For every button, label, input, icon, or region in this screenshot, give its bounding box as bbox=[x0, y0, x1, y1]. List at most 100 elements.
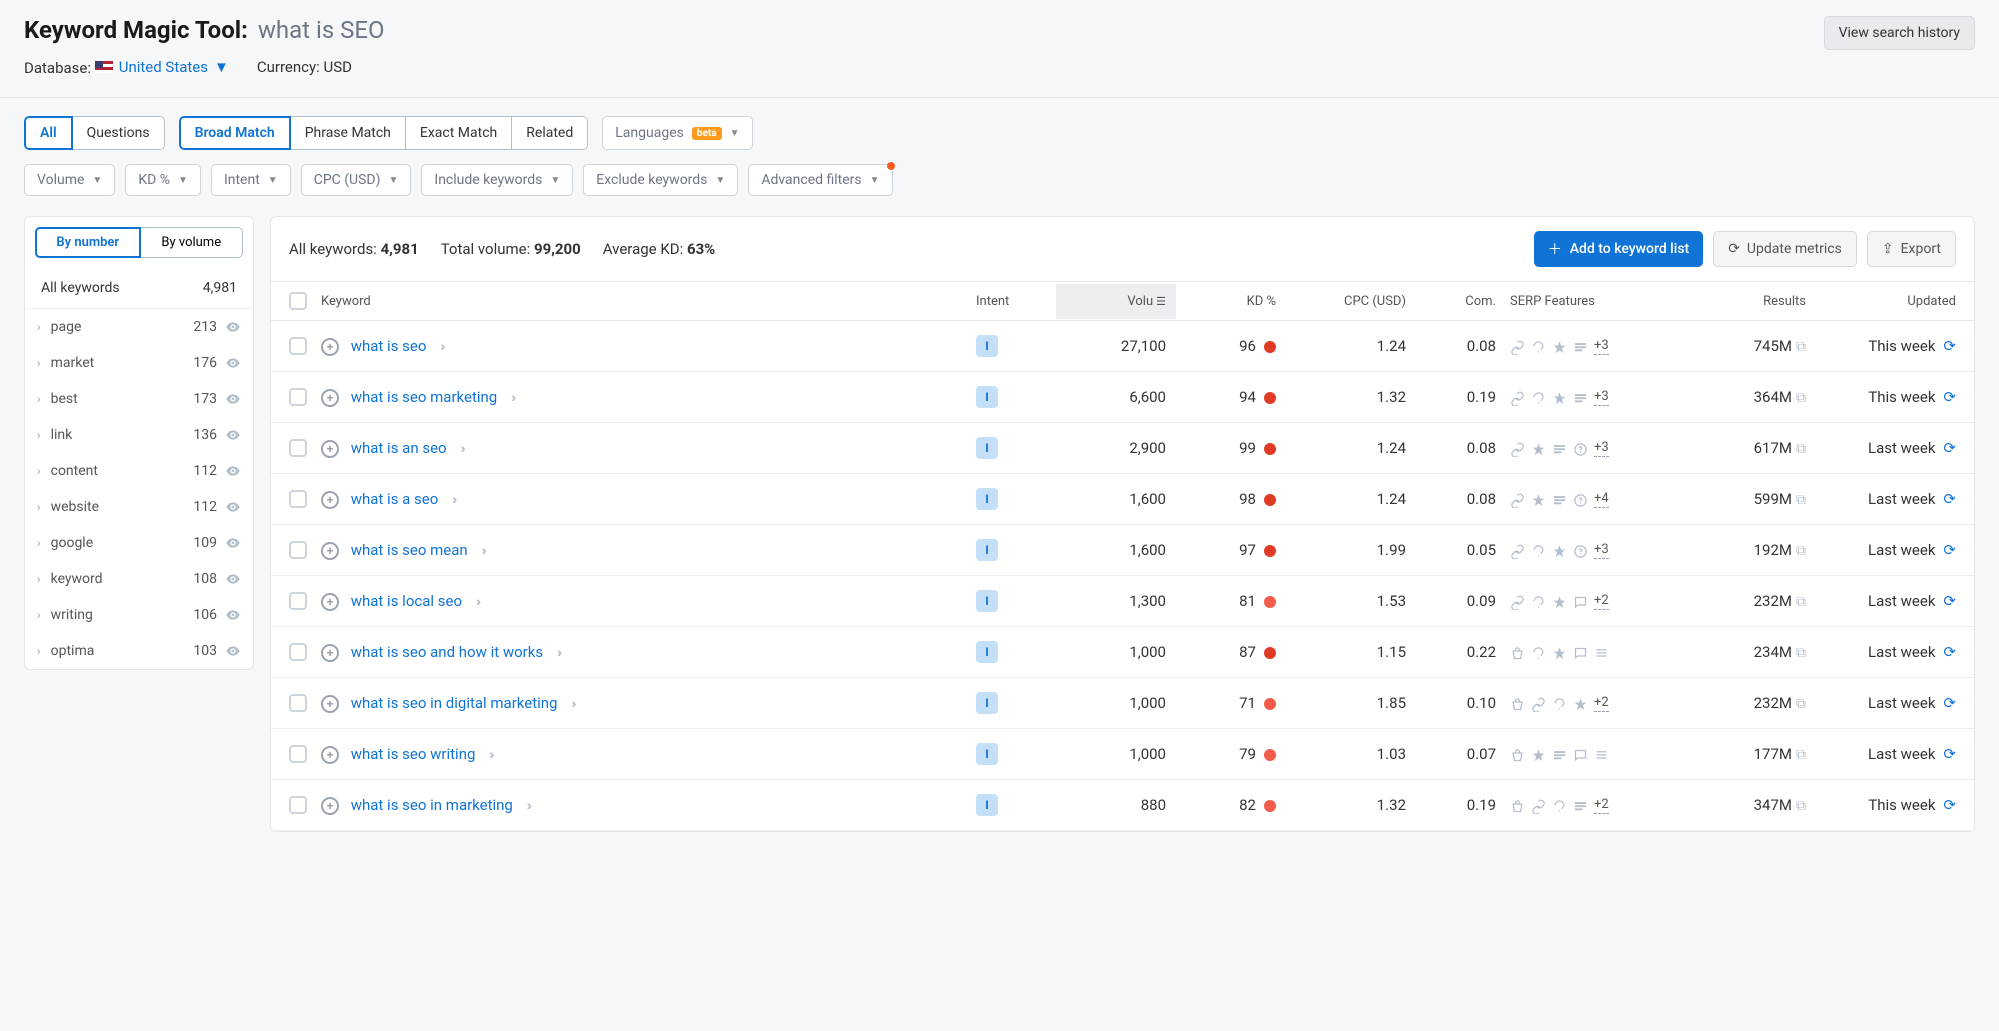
sidebar-item[interactable]: › optima 103 bbox=[25, 633, 253, 669]
filter-cpc[interactable]: CPC (USD)▼ bbox=[301, 164, 412, 196]
col-com[interactable]: Com. bbox=[1406, 294, 1496, 309]
results-icon[interactable]: ⧉ bbox=[1796, 747, 1806, 763]
refresh-icon[interactable]: ⟳ bbox=[1943, 439, 1956, 457]
results-icon[interactable]: ⧉ bbox=[1796, 492, 1806, 508]
eye-icon[interactable] bbox=[225, 571, 241, 587]
col-cpc[interactable]: CPC (USD) bbox=[1276, 294, 1406, 309]
refresh-icon[interactable]: ⟳ bbox=[1943, 388, 1956, 406]
add-keyword-icon[interactable]: + bbox=[321, 491, 339, 509]
row-checkbox[interactable] bbox=[289, 541, 307, 559]
filter-kd[interactable]: KD %▼ bbox=[125, 164, 201, 196]
serp-more[interactable]: +2 bbox=[1594, 695, 1609, 712]
col-results[interactable]: Results bbox=[1666, 294, 1806, 309]
refresh-icon[interactable]: ⟳ bbox=[1943, 745, 1956, 763]
refresh-icon[interactable]: ⟳ bbox=[1943, 541, 1956, 559]
add-keyword-icon[interactable]: + bbox=[321, 746, 339, 764]
select-all-checkbox[interactable] bbox=[289, 292, 307, 310]
row-checkbox[interactable] bbox=[289, 745, 307, 763]
sidebar-item[interactable]: › website 112 bbox=[25, 489, 253, 525]
keyword-link[interactable]: what is local seo bbox=[351, 592, 462, 610]
filter-exclude[interactable]: Exclude keywords▼ bbox=[583, 164, 738, 196]
col-kd[interactable]: KD % bbox=[1176, 294, 1276, 309]
row-checkbox[interactable] bbox=[289, 337, 307, 355]
serp-more[interactable]: +2 bbox=[1594, 797, 1609, 814]
row-checkbox[interactable] bbox=[289, 439, 307, 457]
tab-all[interactable]: All bbox=[24, 116, 73, 150]
row-checkbox[interactable] bbox=[289, 643, 307, 661]
serp-more[interactable]: +4 bbox=[1594, 491, 1609, 508]
keyword-link[interactable]: what is a seo bbox=[351, 490, 439, 508]
tab-related[interactable]: Related bbox=[512, 116, 588, 150]
results-icon[interactable]: ⧉ bbox=[1796, 798, 1806, 814]
sort-by-number[interactable]: By number bbox=[35, 227, 141, 258]
col-updated[interactable]: Updated bbox=[1806, 294, 1956, 309]
update-metrics-button[interactable]: ⟳Update metrics bbox=[1713, 231, 1857, 267]
results-icon[interactable]: ⧉ bbox=[1796, 441, 1806, 457]
sidebar-item[interactable]: › link 136 bbox=[25, 417, 253, 453]
eye-icon[interactable] bbox=[225, 391, 241, 407]
filter-advanced[interactable]: Advanced filters▼ bbox=[748, 164, 892, 196]
col-intent[interactable]: Intent bbox=[976, 294, 1056, 309]
results-icon[interactable]: ⧉ bbox=[1796, 645, 1806, 661]
refresh-icon[interactable]: ⟳ bbox=[1943, 337, 1956, 355]
results-icon[interactable]: ⧉ bbox=[1796, 390, 1806, 406]
keyword-link[interactable]: what is seo mean bbox=[351, 541, 468, 559]
add-keyword-icon[interactable]: + bbox=[321, 593, 339, 611]
export-button[interactable]: ⇪Export bbox=[1867, 231, 1956, 267]
database-selector[interactable]: United States ▼ bbox=[95, 58, 229, 76]
tab-broad-match[interactable]: Broad Match bbox=[179, 116, 291, 150]
results-icon[interactable]: ⧉ bbox=[1796, 696, 1806, 712]
add-keyword-icon[interactable]: + bbox=[321, 440, 339, 458]
col-serp[interactable]: SERP Features bbox=[1496, 294, 1666, 309]
tab-exact-match[interactable]: Exact Match bbox=[406, 116, 512, 150]
eye-icon[interactable] bbox=[225, 427, 241, 443]
add-keyword-icon[interactable]: + bbox=[321, 338, 339, 356]
eye-icon[interactable] bbox=[225, 355, 241, 371]
add-keyword-icon[interactable]: + bbox=[321, 695, 339, 713]
eye-icon[interactable] bbox=[225, 499, 241, 515]
eye-icon[interactable] bbox=[225, 463, 241, 479]
serp-more[interactable]: +3 bbox=[1594, 440, 1609, 457]
sidebar-item[interactable]: › writing 106 bbox=[25, 597, 253, 633]
row-checkbox[interactable] bbox=[289, 592, 307, 610]
row-checkbox[interactable] bbox=[289, 490, 307, 508]
keyword-link[interactable]: what is seo in marketing bbox=[351, 796, 513, 814]
serp-more[interactable]: +3 bbox=[1594, 389, 1609, 406]
refresh-icon[interactable]: ⟳ bbox=[1943, 592, 1956, 610]
refresh-icon[interactable]: ⟳ bbox=[1943, 643, 1956, 661]
sidebar-item[interactable]: › market 176 bbox=[25, 345, 253, 381]
eye-icon[interactable] bbox=[225, 643, 241, 659]
sidebar-item[interactable]: › page 213 bbox=[25, 309, 253, 345]
filter-include[interactable]: Include keywords▼ bbox=[421, 164, 573, 196]
col-keyword[interactable]: Keyword bbox=[321, 294, 976, 309]
row-checkbox[interactable] bbox=[289, 388, 307, 406]
keyword-link[interactable]: what is seo writing bbox=[351, 745, 476, 763]
results-icon[interactable]: ⧉ bbox=[1796, 339, 1806, 355]
serp-more[interactable]: +3 bbox=[1594, 542, 1609, 559]
refresh-icon[interactable]: ⟳ bbox=[1943, 796, 1956, 814]
eye-icon[interactable] bbox=[225, 607, 241, 623]
filter-intent[interactable]: Intent▼ bbox=[211, 164, 291, 196]
keyword-link[interactable]: what is seo in digital marketing bbox=[351, 694, 558, 712]
refresh-icon[interactable]: ⟳ bbox=[1943, 694, 1956, 712]
eye-icon[interactable] bbox=[225, 319, 241, 335]
keyword-link[interactable]: what is seo and how it works bbox=[351, 643, 543, 661]
add-keyword-icon[interactable]: + bbox=[321, 644, 339, 662]
view-history-button[interactable]: View search history bbox=[1824, 16, 1975, 50]
row-checkbox[interactable] bbox=[289, 796, 307, 814]
add-to-keyword-list-button[interactable]: ＋Add to keyword list bbox=[1534, 231, 1703, 267]
add-keyword-icon[interactable]: + bbox=[321, 797, 339, 815]
keyword-link[interactable]: what is seo bbox=[351, 337, 427, 355]
results-icon[interactable]: ⧉ bbox=[1796, 543, 1806, 559]
filter-volume[interactable]: Volume▼ bbox=[24, 164, 115, 196]
tab-phrase-match[interactable]: Phrase Match bbox=[291, 116, 406, 150]
sidebar-item[interactable]: › google 109 bbox=[25, 525, 253, 561]
results-icon[interactable]: ⧉ bbox=[1796, 594, 1806, 610]
serp-more[interactable]: +3 bbox=[1594, 338, 1609, 355]
add-keyword-icon[interactable]: + bbox=[321, 389, 339, 407]
keyword-link[interactable]: what is seo marketing bbox=[351, 388, 497, 406]
tab-questions[interactable]: Questions bbox=[73, 116, 165, 150]
eye-icon[interactable] bbox=[225, 535, 241, 551]
sort-by-volume[interactable]: By volume bbox=[141, 227, 244, 258]
col-volume[interactable]: Volu☰ bbox=[1056, 284, 1176, 319]
